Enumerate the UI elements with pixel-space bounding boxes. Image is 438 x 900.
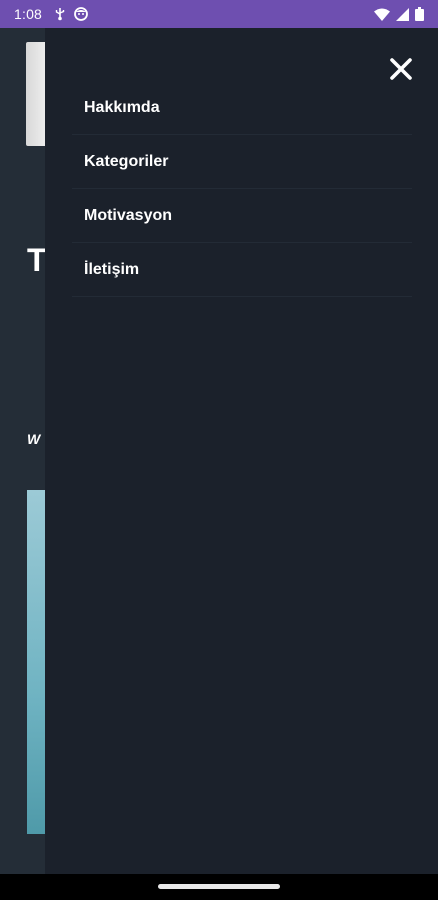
menu-item-hakkimda[interactable]: Hakkımda bbox=[72, 81, 412, 135]
status-time: 1:08 bbox=[14, 6, 43, 22]
background-subtitle: W bbox=[27, 431, 41, 447]
status-left-icons bbox=[54, 7, 88, 21]
menu-item-kategoriler[interactable]: Kategoriler bbox=[72, 135, 412, 189]
menu-item-motivasyon[interactable]: Motivasyon bbox=[72, 189, 412, 243]
menu-item-iletisim[interactable]: İletişim bbox=[72, 243, 412, 297]
face-icon bbox=[74, 7, 88, 21]
status-bar: 1:08 bbox=[0, 0, 438, 28]
menu-item-label: İletişim bbox=[84, 260, 140, 278]
battery-icon bbox=[415, 7, 424, 21]
system-navigation-bar bbox=[0, 874, 438, 900]
home-gesture-handle[interactable] bbox=[158, 884, 280, 889]
drawer-menu: Hakkımda Kategoriler Motivasyon İletişim bbox=[72, 81, 412, 297]
navigation-drawer: Hakkımda Kategoriler Motivasyon İletişim bbox=[45, 28, 438, 874]
wifi-icon bbox=[374, 8, 390, 21]
background-title: T bbox=[27, 242, 47, 278]
signal-icon bbox=[396, 7, 409, 21]
menu-item-label: Motivasyon bbox=[84, 206, 173, 224]
menu-item-label: Kategoriler bbox=[84, 152, 169, 170]
menu-item-label: Hakkımda bbox=[84, 98, 160, 116]
app-screen: 1:08 T W Hakkımda Kategoriler Motivasyon… bbox=[0, 0, 438, 900]
status-right-icons bbox=[374, 7, 424, 21]
close-icon[interactable] bbox=[388, 56, 414, 82]
usb-debug-icon bbox=[54, 7, 66, 21]
